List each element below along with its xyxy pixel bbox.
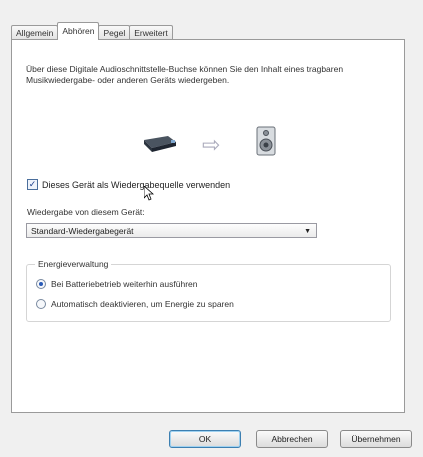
cancel-button[interactable]: Abbrechen [256, 430, 328, 448]
mouse-cursor-icon [144, 186, 154, 201]
sound-card-icon [144, 136, 176, 152]
radio-keep-running[interactable]: Bei Batteriebetrieb weiterhin ausführen [36, 279, 197, 289]
apply-button[interactable]: Übernehmen [340, 430, 412, 448]
listen-checkbox[interactable]: ✓ [27, 179, 38, 190]
tab-listen[interactable]: Abhören [57, 22, 100, 40]
playback-device-value: Standard-Wiedergabegerät [31, 226, 134, 236]
radio-keep-running-button[interactable] [36, 279, 46, 289]
device-illustration: ⇨ [142, 126, 282, 166]
radio-keep-running-label: Bei Batteriebetrieb weiterhin ausführen [51, 279, 198, 289]
tab-levels[interactable]: Pegel [98, 25, 131, 40]
radio-auto-disable-button[interactable] [36, 299, 46, 309]
tab-strip: Allgemein Abhören Pegel Erweitert [11, 22, 173, 40]
power-management-title: Energieverwaltung [35, 259, 112, 269]
radio-auto-disable-label: Automatisch deaktivieren, um Energie zu … [51, 299, 234, 309]
playback-device-label: Wiedergabe von diesem Gerät: [27, 207, 145, 217]
ok-button[interactable]: OK [169, 430, 241, 448]
listen-checkbox-label: Dieses Gerät als Wiedergabequelle verwen… [42, 179, 231, 190]
tab-general[interactable]: Allgemein [11, 25, 59, 40]
power-management-group: Energieverwaltung Bei Batteriebetrieb we… [26, 259, 391, 322]
description-text: Über diese Digitale Audioschnittstelle-B… [26, 64, 344, 85]
playback-device-select[interactable]: Standard-Wiedergabegerät ▼ [26, 223, 317, 238]
radio-auto-disable[interactable]: Automatisch deaktivieren, um Energie zu … [36, 299, 234, 309]
listen-checkbox-row[interactable]: ✓ Dieses Gerät als Wiedergabequelle verw… [27, 179, 230, 190]
tab-panel: Über diese Digitale Audioschnittstelle-B… [11, 39, 405, 413]
arrow-right-icon: ⇨ [202, 132, 221, 157]
tab-advanced[interactable]: Erweitert [129, 25, 173, 40]
speaker-icon [256, 126, 276, 156]
chevron-down-icon: ▼ [304, 228, 311, 235]
